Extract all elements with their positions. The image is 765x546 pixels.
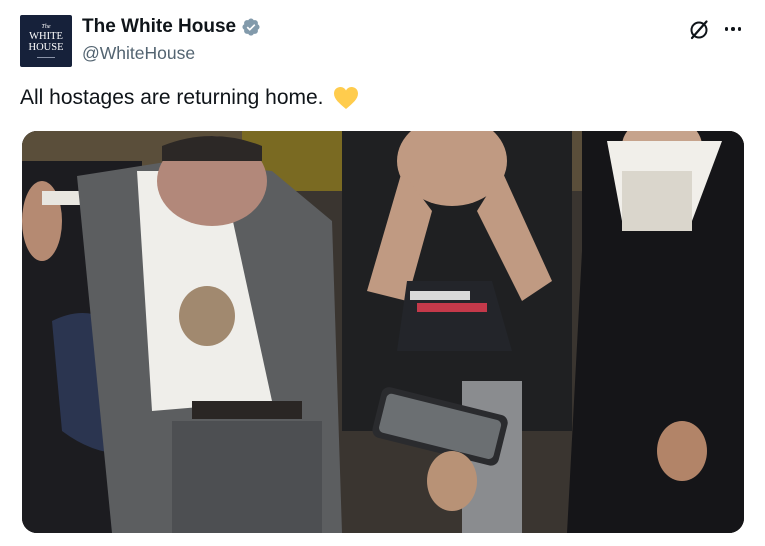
tweet-text: All hostages are returning home. [20,86,324,109]
author-display-name[interactable]: The White House [82,16,236,38]
video-frame [22,131,744,533]
author-name-row[interactable]: The White House [82,16,261,38]
avatar-label-main: WHITE HOUSE [28,31,64,53]
avatar[interactable]: The WHITE HOUSE [20,15,72,67]
avatar-divider [37,57,55,58]
more-dot [731,27,735,31]
verified-badge-icon[interactable] [241,17,261,37]
tweet-text-row: All hostages are returning home. [20,86,359,110]
more-dot [724,27,729,31]
avatar-label-small: The [41,24,51,30]
more-options-icon[interactable] [721,18,745,40]
tweet-media-video[interactable] [22,131,744,533]
grok-icon[interactable] [687,18,711,42]
yellow-heart-icon [333,87,358,109]
author-handle[interactable]: @WhiteHouse [82,43,195,64]
more-dot [737,27,742,31]
